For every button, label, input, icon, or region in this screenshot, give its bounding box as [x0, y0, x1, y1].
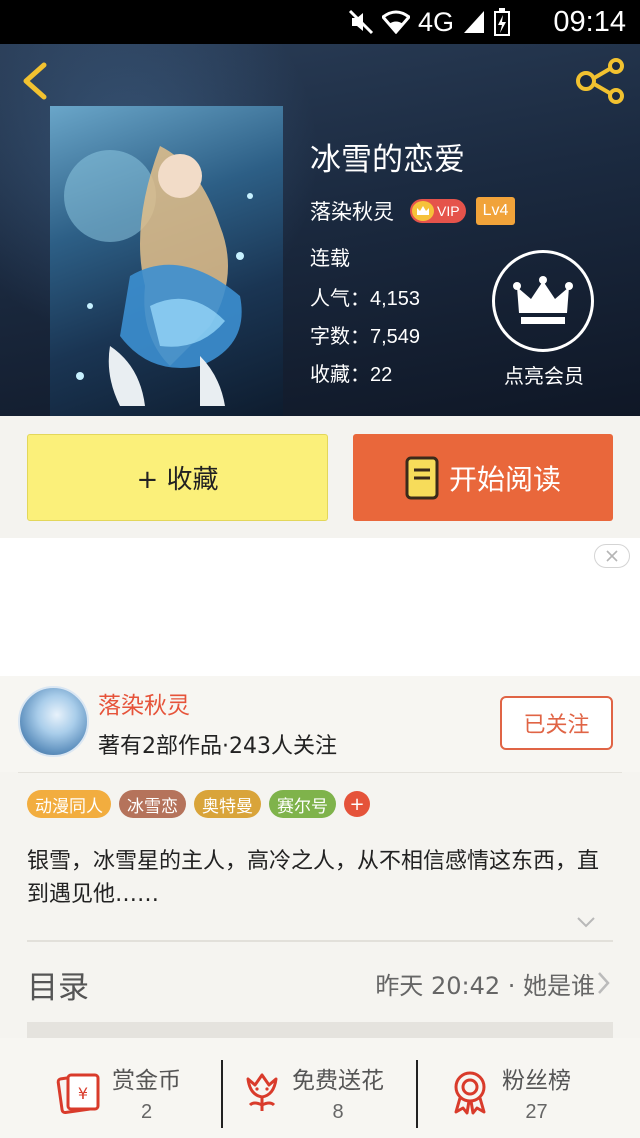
- tag[interactable]: 动漫同人: [27, 790, 111, 818]
- member-ring: [492, 250, 594, 352]
- member-button[interactable]: 点亮会员: [492, 250, 596, 389]
- close-icon: [606, 550, 618, 562]
- author-card: 落染秋灵 著有2部作品·243人关注 已关注: [0, 676, 640, 772]
- book-cover[interactable]: [50, 106, 283, 416]
- author-name[interactable]: 落染秋灵: [98, 686, 190, 720]
- follow-button[interactable]: 已关注: [500, 696, 613, 750]
- chevron-right-icon: [598, 972, 610, 994]
- ad-banner: [0, 538, 640, 676]
- author-meta: 著有2部作品·243人关注: [98, 734, 337, 759]
- reward-coins-button[interactable]: ¥ 赏金币 2: [56, 1052, 181, 1132]
- serial-status: 连载: [310, 246, 350, 270]
- status-bar: 4G 09:14: [0, 0, 640, 44]
- words-value: 7,549: [370, 326, 421, 348]
- popularity-stat: 人气：4,153: [310, 282, 420, 311]
- crown-icon: [513, 276, 573, 324]
- reward-label: 赏金币: [112, 1067, 181, 1094]
- member-label: 点亮会员: [504, 364, 584, 388]
- coin-envelope-icon: ¥: [56, 1073, 100, 1115]
- free-flower-button[interactable]: 免费送花 8: [242, 1052, 384, 1132]
- share-icon[interactable]: [576, 58, 626, 104]
- section-gap: [27, 1022, 613, 1038]
- bottom-separator: [416, 1060, 418, 1128]
- start-reading-label: 开始阅读: [448, 462, 561, 496]
- tag[interactable]: 冰雪恋: [119, 790, 186, 818]
- ad-close-button[interactable]: [594, 544, 630, 568]
- vip-badge-label: VIP: [437, 203, 460, 219]
- reward-count: 2: [140, 1100, 153, 1123]
- tag-list: 动漫同人 冰雪恋 奥特曼 赛尔号 +: [27, 790, 370, 818]
- fans-label: 粉丝榜: [502, 1067, 571, 1094]
- status-icons: 4G: [348, 7, 510, 37]
- bottom-separator: [221, 1060, 223, 1128]
- toc-label[interactable]: 目录: [27, 962, 89, 1007]
- favorites-stat: 收藏：22: [310, 358, 392, 387]
- svg-text:¥: ¥: [78, 1084, 88, 1103]
- book-header: 冰雪的恋爱 落染秋灵 VIP Lv4 连载 人气：4,153 字数：7,549 …: [0, 44, 640, 416]
- latest-chapter[interactable]: 昨天 20:42 · 她是谁: [375, 966, 595, 1001]
- tag[interactable]: 奥特曼: [194, 790, 261, 818]
- network-type: 4G: [417, 6, 454, 37]
- popularity-value: 4,153: [370, 288, 421, 310]
- add-tag-button[interactable]: +: [344, 791, 370, 817]
- mute-icon: [348, 9, 374, 35]
- flower-count: 8: [332, 1100, 344, 1123]
- book-description: 银雪，冰雪星的主人，高冷之人，从不相信感情这东西，直到遇见他……: [27, 849, 600, 907]
- author-avatar[interactable]: [18, 686, 89, 757]
- signal-icon: [464, 11, 484, 33]
- author-row: 落染秋灵 VIP Lv4: [310, 196, 516, 226]
- fans-count: 27: [525, 1100, 548, 1123]
- words-label: 字数：: [310, 324, 370, 348]
- expand-chevron-icon[interactable]: [576, 915, 596, 929]
- wifi-icon: [381, 10, 410, 34]
- favorite-button[interactable]: + 收藏: [27, 434, 328, 521]
- level-badge: Lv4: [475, 197, 516, 225]
- battery-icon: [494, 8, 510, 36]
- book-title: 冰雪的恋爱: [310, 142, 465, 178]
- bottom-bar: ¥ 赏金币 2 免费送花 8 粉丝榜 27: [0, 1038, 640, 1138]
- divider: [27, 940, 613, 942]
- book-icon: [405, 456, 439, 499]
- crown-icon: [412, 201, 434, 221]
- favorites-value: 22: [370, 364, 393, 386]
- status-time: 09:14: [553, 6, 626, 38]
- back-chevron-icon[interactable]: [18, 62, 52, 100]
- popularity-label: 人气：: [310, 286, 370, 310]
- start-reading-button[interactable]: 开始阅读: [353, 434, 613, 521]
- flower-icon: [246, 1073, 278, 1111]
- tag[interactable]: 赛尔号: [269, 790, 336, 818]
- medal-icon: [454, 1071, 486, 1115]
- vip-badge: VIP: [410, 199, 466, 223]
- flower-label: 免费送花: [292, 1067, 384, 1094]
- cover-artwork: [64, 146, 253, 406]
- book-author[interactable]: 落染秋灵: [310, 196, 394, 226]
- fan-ranking-button[interactable]: 粉丝榜 27: [448, 1052, 571, 1132]
- words-stat: 字数：7,549: [310, 320, 420, 349]
- favorites-label: 收藏：: [310, 362, 370, 386]
- divider: [18, 772, 622, 773]
- action-bar: + 收藏 开始阅读: [0, 416, 640, 538]
